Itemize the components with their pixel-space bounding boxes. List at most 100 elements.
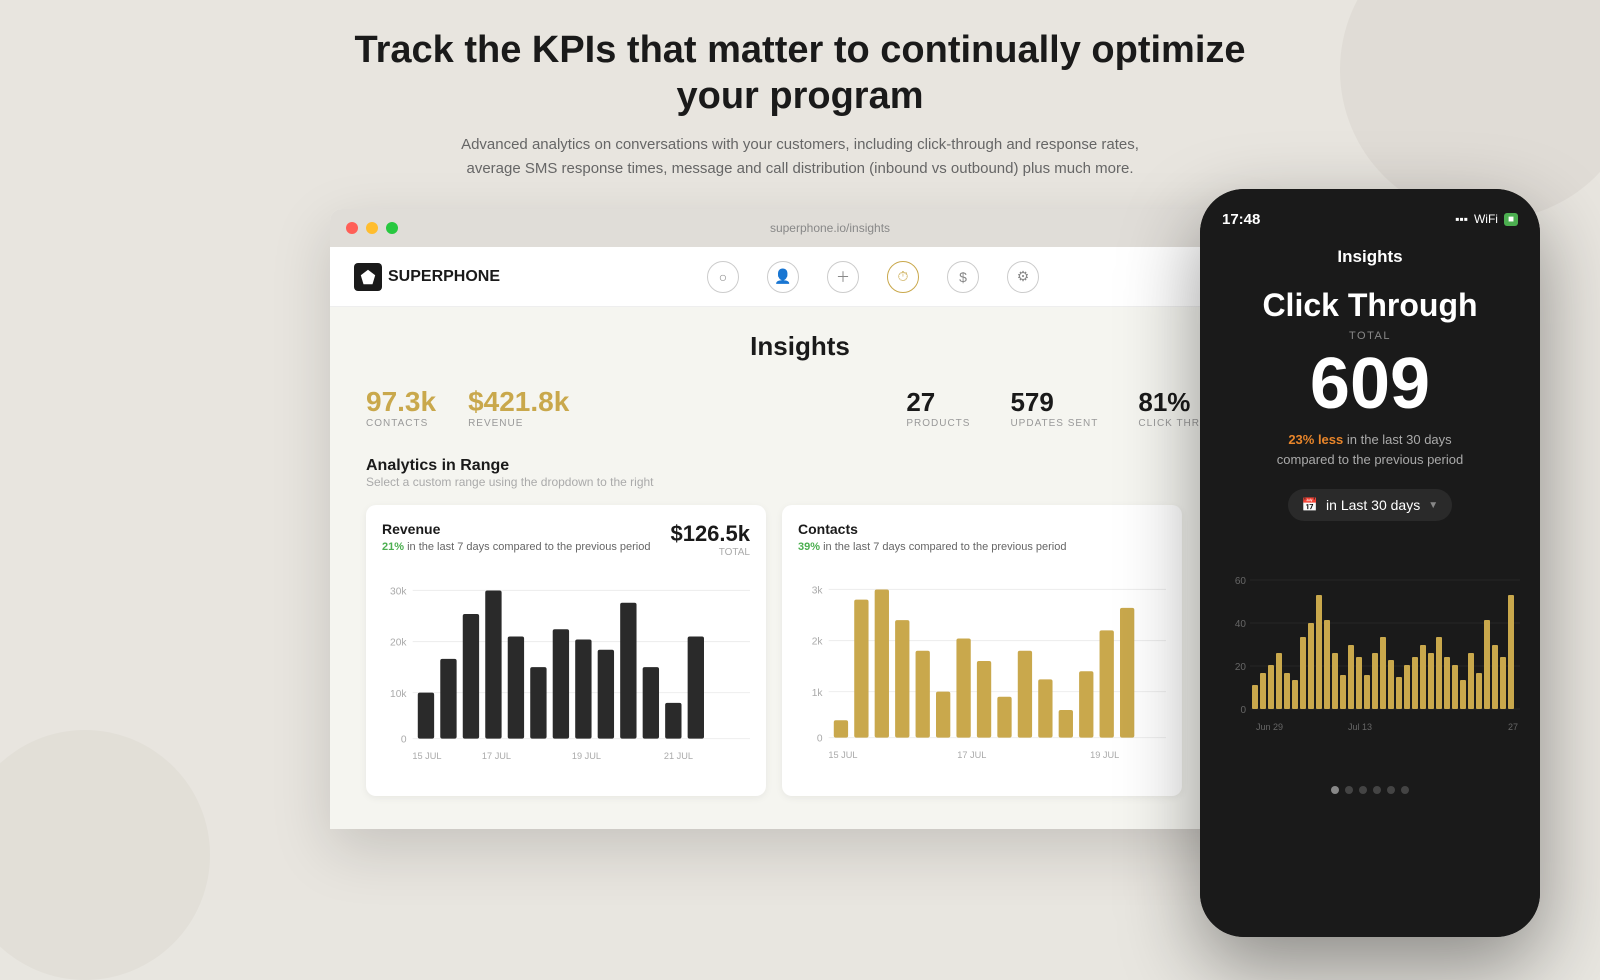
analytics-section: Analytics in Range Select a custom range… <box>366 457 1234 489</box>
phone-dot-4 <box>1373 786 1381 794</box>
nav-icon-clock[interactable]: ⏱ <box>887 261 919 293</box>
svg-text:17 JUL: 17 JUL <box>957 750 986 760</box>
app-body: Insights 97.3k CONTACTS $421.8k REVENUE <box>330 307 1270 819</box>
svg-text:19 JUL: 19 JUL <box>1090 750 1119 760</box>
calendar-icon: 📅 <box>1302 497 1318 513</box>
app-page-title: Insights <box>366 331 1234 362</box>
app-logo: SUPERPHONE <box>354 263 500 291</box>
phone-total-label: TOTAL <box>1220 330 1520 342</box>
stat-revenue: $421.8k REVENUE <box>468 386 569 429</box>
revenue-total-label: TOTAL <box>670 547 750 558</box>
contacts-change-text: in the last 7 days compared to the previ… <box>823 541 1066 553</box>
phone-dot-1 <box>1331 786 1339 794</box>
browser-titlebar: superphone.io/insights <box>330 209 1270 247</box>
phone-notch: 17:48 ▪▪▪ WiFi ■ <box>1200 189 1540 237</box>
phone-dot-6 <box>1401 786 1409 794</box>
phone-screen-title: Insights <box>1220 247 1520 267</box>
svg-text:27: 27 <box>1508 722 1518 732</box>
nav-icons: ○ 👤 ＋ ⏱ $ ⚙ <box>500 261 1246 293</box>
nav-icon-gear[interactable]: ⚙ <box>1007 261 1039 293</box>
nav-icon-user[interactable]: 👤 <box>767 261 799 293</box>
hero-title: Track the KPIs that matter to continuall… <box>350 28 1250 119</box>
svg-text:10k: 10k <box>390 689 407 700</box>
svg-text:20k: 20k <box>390 638 407 649</box>
phone-card-title: Click Through <box>1220 287 1520 324</box>
svg-text:3k: 3k <box>812 586 824 597</box>
phone-mockup: 17:48 ▪▪▪ WiFi ■ Insights Click Through … <box>1200 189 1540 937</box>
stat-updates: 579 UPDATES SENT <box>1010 387 1098 429</box>
svg-text:40: 40 <box>1235 619 1247 630</box>
phone-change-text: 23% less in the last 30 dayscompared to … <box>1220 430 1520 469</box>
charts-row: Revenue 21% in the last 7 days compared … <box>366 505 1234 795</box>
browser-url: superphone.io/insights <box>406 221 1254 235</box>
phone-time: 17:48 <box>1222 211 1260 228</box>
svg-text:30k: 30k <box>390 587 407 598</box>
browser-window: superphone.io/insights SUPERPHONE ○ 👤 ＋ <box>330 209 1270 829</box>
svg-text:2k: 2k <box>812 637 824 648</box>
hero-subtitle: Advanced analytics on conversations with… <box>450 133 1150 181</box>
chevron-down-icon: ▼ <box>1428 500 1438 511</box>
contacts-chart-header: Contacts 39% in the last 7 days compared… <box>798 521 1166 557</box>
svg-text:15 JUL: 15 JUL <box>412 751 441 761</box>
stat-revenue-label: REVENUE <box>468 418 569 429</box>
browser-dot-yellow <box>366 222 378 234</box>
analytics-subtitle: Select a custom range using the dropdown… <box>366 475 1234 489</box>
stat-products: 27 PRODUCTS <box>906 387 970 429</box>
phone-pagination <box>1220 786 1520 794</box>
stats-row: 97.3k CONTACTS $421.8k REVENUE 27 PRODUC… <box>366 386 1234 429</box>
revenue-chart-svg: 30k 20k 10k 0 <box>382 570 750 774</box>
phone-date-text: in Last 30 days <box>1326 497 1420 513</box>
svg-text:21 JUL: 21 JUL <box>664 751 693 761</box>
revenue-chart-header: Revenue 21% in the last 7 days compared … <box>382 521 750 558</box>
app-logo-text: SUPERPHONE <box>388 268 500 286</box>
stat-contacts-label: CONTACTS <box>366 418 436 429</box>
svg-text:15 JUL: 15 JUL <box>828 750 857 760</box>
analytics-title: Analytics in Range <box>366 457 1234 475</box>
stat-products-label: PRODUCTS <box>906 418 970 429</box>
logo-svg <box>359 268 377 286</box>
stats-left: 97.3k CONTACTS $421.8k REVENUE <box>366 386 906 429</box>
stat-products-value: 27 <box>906 387 970 418</box>
svg-text:0: 0 <box>1240 705 1246 716</box>
signal-icon: ▪▪▪ <box>1455 212 1468 226</box>
phone-chart-svg: 60 40 20 0 <box>1220 565 1520 765</box>
phone-date-btn[interactable]: 📅 in Last 30 days ▼ <box>1288 489 1452 521</box>
svg-text:60: 60 <box>1235 576 1247 587</box>
logo-icon <box>354 263 382 291</box>
phone-screen: Insights Click Through TOTAL 609 23% les… <box>1200 237 1540 937</box>
svg-text:0: 0 <box>817 734 823 745</box>
stat-contacts: 97.3k CONTACTS <box>366 386 436 429</box>
revenue-change-pct: 21% <box>382 541 404 553</box>
browser-dot-green <box>386 222 398 234</box>
stat-contacts-value: 97.3k <box>366 386 436 418</box>
browser-dot-red <box>346 222 358 234</box>
contacts-chart-change: 39% in the last 7 days compared to the p… <box>798 541 1066 553</box>
nav-icon-plus[interactable]: ＋ <box>827 261 859 293</box>
ui-area: superphone.io/insights SUPERPHONE ○ 👤 ＋ <box>0 209 1600 829</box>
stats-right: 27 PRODUCTS 579 UPDATES SENT 81% CLICK T… <box>906 387 1234 429</box>
revenue-chart-card: Revenue 21% in the last 7 days compared … <box>366 505 766 795</box>
nav-icon-dollar[interactable]: $ <box>947 261 979 293</box>
svg-text:17 JUL: 17 JUL <box>482 751 511 761</box>
revenue-chart-title: Revenue <box>382 521 650 537</box>
phone-dot-5 <box>1387 786 1395 794</box>
svg-text:Jul 13: Jul 13 <box>1348 722 1372 732</box>
stat-updates-value: 579 <box>1010 387 1098 418</box>
nav-icon-circle[interactable]: ○ <box>707 261 739 293</box>
phone-dot-3 <box>1359 786 1367 794</box>
phone-dot-2 <box>1345 786 1353 794</box>
contacts-chart-card: Contacts 39% in the last 7 days compared… <box>782 505 1182 795</box>
contacts-chart-title: Contacts <box>798 521 1066 537</box>
svg-text:Jun 29: Jun 29 <box>1256 722 1283 732</box>
contacts-change-pct: 39% <box>798 541 820 553</box>
stat-updates-label: UPDATES SENT <box>1010 418 1098 429</box>
content-wrapper: Track the KPIs that matter to continuall… <box>0 0 1600 829</box>
svg-text:20: 20 <box>1235 662 1247 673</box>
phone-change-pct: 23% less <box>1288 432 1343 447</box>
revenue-total-value: $126.5k <box>670 521 750 547</box>
battery-icon: ■ <box>1504 213 1518 226</box>
svg-text:1k: 1k <box>812 688 824 699</box>
svg-text:0: 0 <box>401 735 407 746</box>
revenue-chart-change: 21% in the last 7 days compared to the p… <box>382 541 650 553</box>
revenue-change-text: in the last 7 days compared to the previ… <box>407 541 650 553</box>
